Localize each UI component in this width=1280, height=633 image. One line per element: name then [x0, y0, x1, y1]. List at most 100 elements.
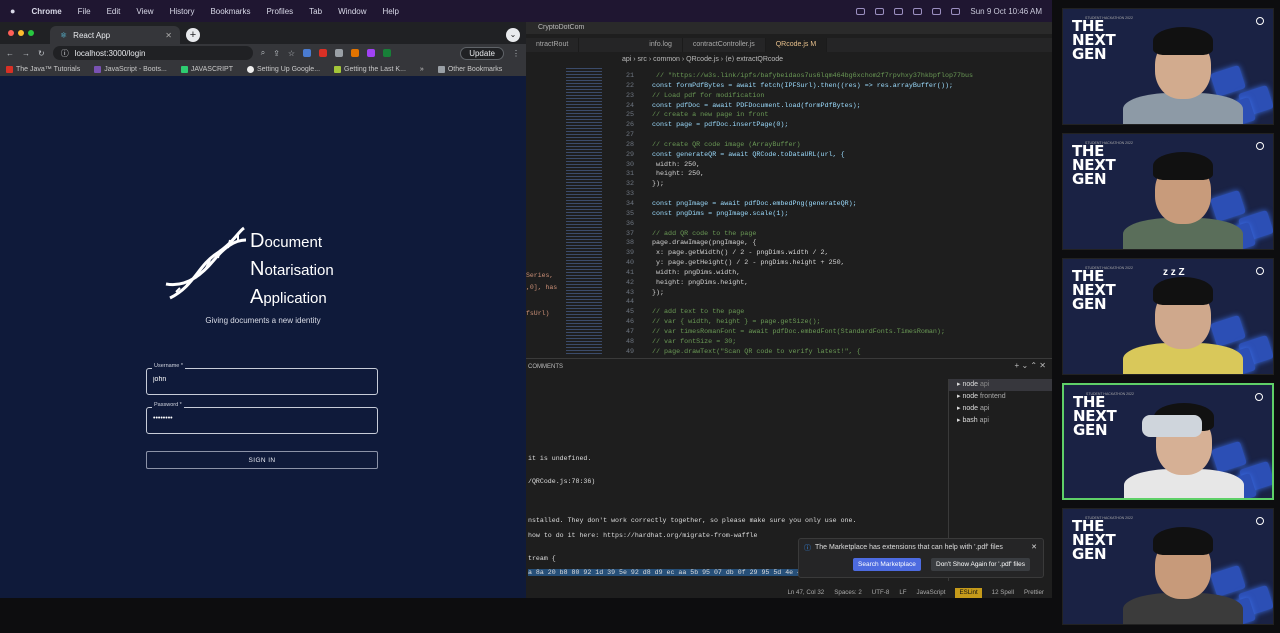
new-tab-button[interactable]: +: [186, 28, 200, 42]
bookmark-item[interactable]: The Java™ Tutorials: [6, 65, 80, 73]
participant-tile[interactable]: STUDENT HACKATHON 2022 THE NEXT GEN: [1062, 383, 1274, 500]
participant-tile[interactable]: STUDENT HACKATHON 2022 THE NEXT GEN: [1062, 133, 1274, 250]
other-bookmarks[interactable]: Other Bookmarks: [437, 65, 502, 73]
menu-history[interactable]: History: [170, 7, 195, 16]
menu-app-name[interactable]: Chrome: [31, 7, 61, 16]
status-indentation[interactable]: Spaces: 2: [834, 588, 862, 598]
update-button[interactable]: Update: [460, 46, 504, 60]
code-line: 35 const pngDims = pngImage.scale(1);: [614, 210, 1034, 220]
menu-profiles[interactable]: Profiles: [266, 7, 293, 16]
password-input[interactable]: [153, 415, 368, 422]
breadcrumb[interactable]: api › src › common › QRcode.js › ⟨e⟩ ext…: [622, 55, 783, 63]
participant-tile[interactable]: STUDENT HACKATHON 2022 THE NEXT GEN z z …: [1062, 258, 1274, 375]
code-line: 43});: [614, 289, 1034, 299]
profile-icon[interactable]: [383, 49, 392, 57]
mic-status-icon[interactable]: [1256, 517, 1264, 525]
menu-file[interactable]: File: [78, 7, 91, 16]
back-icon[interactable]: ←: [6, 49, 14, 58]
close-tab-icon[interactable]: ✕: [165, 31, 172, 40]
tab-search-button[interactable]: ⌄: [506, 28, 520, 42]
maximize-window-icon[interactable]: [28, 30, 34, 36]
minimap[interactable]: [566, 66, 602, 356]
menu-window[interactable]: Window: [338, 7, 366, 16]
terminal-item[interactable]: ▸ node api: [949, 379, 1052, 391]
zoom-icon[interactable]: ⌕: [261, 48, 265, 58]
status-eol[interactable]: LF: [899, 588, 906, 598]
tab-qrcode[interactable]: QRcode.js M: [765, 38, 828, 52]
line-number: 42: [625, 278, 634, 287]
code-editor[interactable]: 21 // "https://w3s.link/ipfs/bafybeidaos…: [614, 72, 1034, 357]
mic-status-icon[interactable]: [1255, 393, 1263, 401]
menu-help[interactable]: Help: [383, 7, 399, 16]
minimize-window-icon[interactable]: [18, 30, 24, 36]
more-menu-icon[interactable]: ⋮: [512, 49, 520, 58]
sleep-indicator: z z Z: [1163, 267, 1185, 278]
mac-menubar: ● Chrome File Edit View History Bookmark…: [0, 0, 1052, 22]
tab-contract-controller[interactable]: contractController.js: [683, 38, 766, 52]
bookmark-item[interactable]: Getting the Last K...: [334, 65, 406, 73]
status-eslint[interactable]: ESLint: [955, 588, 982, 598]
username-field[interactable]: Username *: [146, 363, 378, 395]
battery-icon[interactable]: [932, 7, 942, 15]
tab-info-log[interactable]: info.log: [639, 38, 683, 52]
mic-status-icon[interactable]: [1256, 267, 1264, 275]
bookmark-star-icon[interactable]: ☆: [288, 49, 295, 58]
extension-icon[interactable]: [351, 49, 360, 57]
reload-icon[interactable]: ↻: [38, 49, 45, 58]
code-line: 34 const pngImage = await pdfDoc.embedPng…: [614, 200, 1034, 210]
address-toolbar: ← → ↻ ⓘ localhost:3000/login ⌕ ⇪ ☆ Updat…: [0, 44, 526, 62]
status-encoding[interactable]: UTF-8: [872, 588, 890, 598]
terminal-item[interactable]: ▸ node api: [949, 403, 1052, 415]
mic-status-icon[interactable]: [1256, 17, 1264, 25]
wifi-icon[interactable]: [913, 7, 923, 15]
line-text: // Load pdf for modification: [652, 91, 765, 100]
apple-icon[interactable]: ●: [10, 6, 15, 16]
status-cursor-position[interactable]: Ln 47, Col 32: [787, 588, 824, 598]
menu-view[interactable]: View: [136, 7, 153, 16]
dont-show-again-button[interactable]: Don't Show Again for '.pdf' files: [931, 558, 1030, 571]
menu-bookmarks[interactable]: Bookmarks: [210, 7, 250, 16]
site-info-icon[interactable]: ⓘ: [61, 48, 69, 59]
status-bar: Ln 47, Col 32 Spaces: 2 UTF-8 LF JavaScr…: [526, 588, 1052, 598]
share-icon[interactable]: ⇪: [273, 49, 280, 58]
mic-status-icon[interactable]: [1256, 142, 1264, 150]
status-icon[interactable]: [894, 7, 904, 15]
participant-tile[interactable]: STUDENT HACKATHON 2022 THE NEXT GEN: [1062, 8, 1274, 125]
extension-icon[interactable]: [319, 49, 328, 57]
terminal-item[interactable]: ▸ bash api: [949, 415, 1052, 427]
bookmark-item[interactable]: JAVASCRIPT: [180, 65, 233, 73]
search-marketplace-button[interactable]: Search Marketplace: [853, 558, 921, 571]
extension-icon[interactable]: [303, 49, 312, 57]
menubar-clock[interactable]: Sun 9 Oct 10:46 AM: [970, 7, 1042, 16]
bookmark-item[interactable]: Setting Up Google...: [246, 65, 320, 73]
username-input[interactable]: [153, 376, 368, 383]
password-field[interactable]: Password *: [146, 402, 378, 434]
status-prettier[interactable]: Prettier: [1024, 588, 1044, 598]
panel-title[interactable]: COMMENTS: [526, 359, 1052, 375]
forward-icon[interactable]: →: [22, 49, 30, 58]
address-bar[interactable]: ⓘ localhost:3000/login: [52, 46, 253, 60]
status-icon[interactable]: [875, 7, 885, 15]
terminal-item[interactable]: ▸ node frontend: [949, 391, 1052, 403]
panel-controls-icon[interactable]: + ⌄ ⌃ ✕: [1015, 361, 1046, 370]
participant-tile[interactable]: STUDENT HACKATHON 2022 THE NEXT GEN: [1062, 508, 1274, 625]
sign-in-button[interactable]: SIGN IN: [146, 451, 378, 469]
extension-icon[interactable]: [367, 49, 376, 57]
line-text: const pngImage = await pdfDoc.embedPng(g…: [652, 199, 857, 208]
bookmark-item[interactable]: JavaScript - Boots...: [94, 65, 167, 73]
status-icon[interactable]: [856, 7, 866, 15]
bookmarks-overflow-icon[interactable]: »: [420, 66, 424, 73]
line-text: // create QR code image (ArrayBuffer): [652, 140, 801, 149]
menu-edit[interactable]: Edit: [107, 7, 121, 16]
search-icon[interactable]: [951, 7, 961, 15]
tab-react-app[interactable]: ⚛ React App ✕: [50, 26, 180, 44]
status-language[interactable]: JavaScript: [917, 588, 946, 598]
close-window-icon[interactable]: [8, 30, 14, 36]
code-line: 23 // Load pdf for modification: [614, 92, 1034, 102]
close-notification-icon[interactable]: ✕: [1031, 543, 1037, 551]
status-spell[interactable]: 12 Spell: [992, 588, 1014, 598]
menu-tab[interactable]: Tab: [309, 7, 322, 16]
extension-icon[interactable]: [335, 49, 344, 57]
tab-contract-router[interactable]: ntractRout: [526, 38, 580, 52]
line-text: // var { width, height } = page.getSize(…: [652, 318, 821, 327]
